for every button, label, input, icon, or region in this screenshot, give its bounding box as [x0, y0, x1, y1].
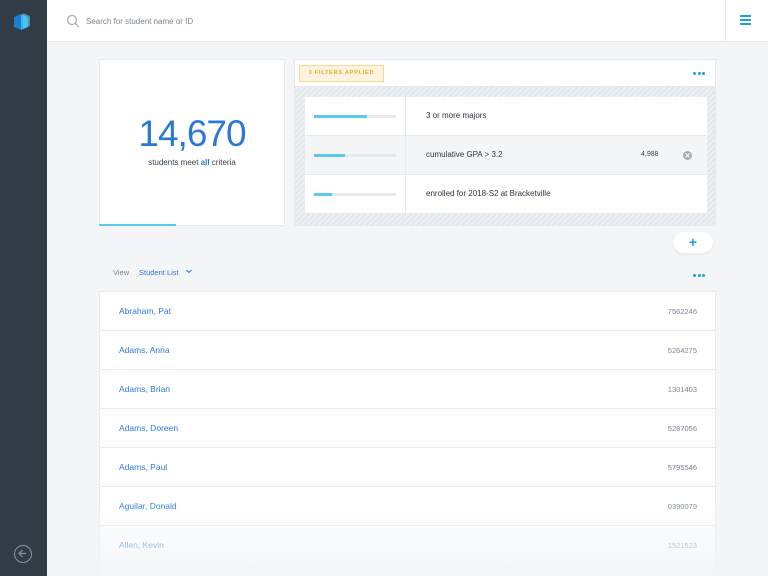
student-id: 1521523 [667, 541, 697, 550]
student-name-link[interactable]: Adams, Doreen [119, 423, 178, 433]
student-row[interactable]: Adams, Doreen 5287056 [100, 409, 715, 448]
filter-match-bar-fill [314, 154, 346, 157]
back-arrow-icon[interactable] [14, 545, 32, 563]
student-name-link[interactable]: Abraham, Pat [119, 306, 171, 316]
menu-divider [725, 0, 726, 42]
student-name-link[interactable]: Aguilar, Donald [119, 501, 177, 511]
filter-count: 4,988 [641, 151, 659, 158]
view-select[interactable]: Student List [139, 268, 179, 277]
filter-row-divider [405, 175, 406, 213]
filter-row-divider [405, 97, 406, 135]
search-icon [66, 14, 80, 28]
student-row[interactable]: Adams, Anna 5264275 [100, 331, 715, 370]
filter-row[interactable]: cumulative GPA > 3.2 4,988 [305, 136, 707, 175]
student-row[interactable]: Abraham, Pat 7562246 [100, 292, 715, 331]
filter-row[interactable]: enrolled for 2018-S2 at Bracketville [305, 175, 707, 214]
filter-match-bar-fill [314, 115, 368, 118]
filter-label: 3 or more majors [426, 111, 487, 120]
filter-label: cumulative GPA > 3.2 [426, 150, 503, 159]
student-row[interactable]: Allen, Kevin 1521523 [100, 526, 715, 565]
top-bar [47, 0, 768, 42]
sidebar [0, 0, 47, 576]
student-count: 14,670 [138, 113, 246, 154]
chevron-down-icon[interactable] [186, 269, 192, 274]
filters-header: 3 FILTERS APPLIED [295, 60, 715, 87]
student-id: 5264275 [667, 346, 697, 355]
student-name-link[interactable]: Allen, Kevin [119, 540, 164, 550]
student-row[interactable]: Adams, Brian 1301403 [100, 370, 715, 409]
student-id: 0390079 [667, 502, 697, 511]
summary-progress-bar [99, 224, 177, 226]
student-count-label: students meet all criteria [148, 158, 236, 167]
filter-match-bar [314, 193, 396, 196]
filter-row-divider [405, 136, 406, 174]
remove-filter-icon[interactable] [683, 151, 692, 160]
list-more-options-icon[interactable] [693, 274, 705, 277]
student-name-link[interactable]: Adams, Brian [119, 384, 170, 394]
add-filter-button[interactable]: + [673, 232, 713, 253]
logo-icon[interactable] [14, 13, 30, 31]
search-input[interactable] [86, 12, 486, 30]
student-name-link[interactable]: Adams, Anna [119, 345, 170, 355]
student-list: Abraham, Pat 7562246 Adams, Anna 5264275 Ada… [99, 291, 716, 576]
filter-match-bar [314, 154, 396, 157]
student-row[interactable]: Adams, Paul 5795546 [100, 448, 715, 487]
filter-label: enrolled for 2018-S2 at Bracketville [426, 189, 551, 198]
filters-more-options-icon[interactable] [693, 72, 705, 75]
filters-panel: 3 FILTERS APPLIED 3 or more majors cumula… [294, 59, 716, 226]
view-label: View [113, 268, 130, 277]
filter-row[interactable]: 3 or more majors [305, 97, 707, 136]
student-id: 5287056 [667, 424, 697, 433]
student-row[interactable]: Aguilar, Donald 0390079 [100, 487, 715, 526]
filters-applied-badge[interactable]: 3 FILTERS APPLIED [299, 65, 384, 82]
filter-match-bar [314, 115, 396, 118]
filter-match-bar-fill [314, 193, 333, 196]
hamburger-menu-icon[interactable] [740, 15, 751, 25]
student-id: 1301403 [667, 385, 697, 394]
summary-card: 14,670 students meet all criteria [99, 59, 285, 226]
student-id: 7562246 [667, 307, 697, 316]
student-name-link[interactable]: Adams, Paul [119, 462, 167, 472]
student-id: 5795546 [667, 463, 697, 472]
